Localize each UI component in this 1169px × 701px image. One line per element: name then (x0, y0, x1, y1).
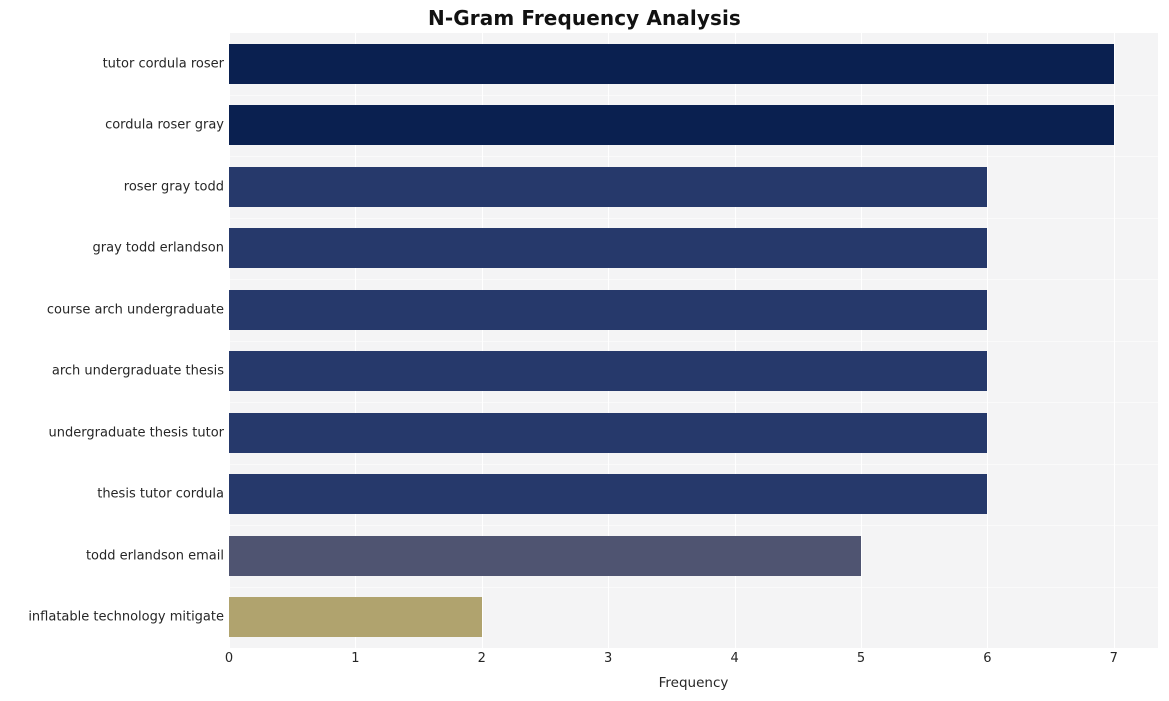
y-axis-tick-label: thesis tutor cordula (97, 486, 224, 502)
y-axis-tick-label: roser gray todd (123, 179, 224, 195)
plot-area (229, 33, 1158, 648)
x-axis-tick-label: 7 (1109, 651, 1118, 666)
x-axis-tick-label: 4 (730, 651, 739, 666)
y-axis-labels: tutor cordula roser cordula roser gray ros… (0, 33, 224, 648)
y-axis-tick-label: course arch undergraduate (46, 302, 224, 318)
horizontal-gridline (229, 340, 1158, 342)
horizontal-gridline (229, 586, 1158, 588)
y-axis-tick-label: arch undergraduate thesis (51, 363, 224, 379)
x-axis-title: Frequency (658, 675, 729, 691)
bar[interactable] (229, 351, 988, 392)
bar[interactable] (229, 535, 861, 576)
bar[interactable] (229, 43, 1114, 84)
x-axis-tick-label: 3 (604, 651, 613, 666)
x-axis-tick-label: 2 (477, 651, 486, 666)
y-axis-tick-label: gray todd erlandson (92, 240, 224, 256)
horizontal-gridline (229, 279, 1158, 280)
x-axis-tick-label: 0 (224, 651, 234, 666)
x-axis-tick-label: 6 (983, 651, 992, 666)
y-axis-tick-label: tutor cordula roser (102, 56, 224, 72)
chart-figure: N-Gram Frequency Analysis tutor cordula … (0, 0, 1169, 701)
horizontal-gridline (229, 525, 1158, 526)
bar[interactable] (229, 105, 1114, 146)
bar[interactable] (229, 289, 988, 330)
x-axis-tick-labels: 0 1 2 3 4 5 6 7 (0, 651, 1169, 673)
y-axis-tick-label: undergraduate thesis tutor (48, 425, 224, 441)
horizontal-gridline (229, 402, 1158, 403)
bar[interactable] (229, 412, 988, 453)
horizontal-gridline (229, 463, 1158, 465)
horizontal-gridline (229, 156, 1158, 157)
gridline (1113, 33, 1115, 648)
x-axis-tick-label: 1 (351, 651, 360, 666)
horizontal-gridline (229, 217, 1158, 219)
bar[interactable] (229, 597, 482, 638)
y-axis-tick-label: todd erlandson email (85, 548, 224, 564)
y-axis-tick-label: inflatable technology mitigate (28, 609, 224, 625)
x-axis-tick-label: 5 (856, 651, 866, 666)
bar[interactable] (229, 474, 988, 515)
chart-title: N-Gram Frequency Analysis (428, 6, 741, 30)
horizontal-gridline (229, 94, 1158, 96)
bar[interactable] (229, 228, 988, 269)
bar[interactable] (229, 166, 988, 207)
y-axis-tick-label: cordula roser gray (105, 117, 224, 133)
